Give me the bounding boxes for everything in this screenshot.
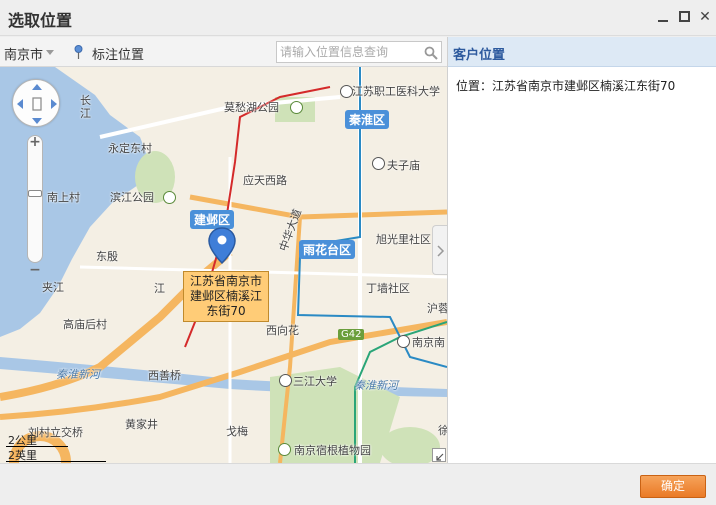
city-selector[interactable]: 南京市 xyxy=(4,44,43,63)
pan-arrows-icon[interactable] xyxy=(13,80,61,128)
pan-control[interactable] xyxy=(12,79,60,127)
panel-toggle-handle[interactable] xyxy=(432,225,447,275)
map-label: 高庙后村 xyxy=(63,318,107,331)
maximize-icon xyxy=(679,11,690,22)
map-label: 东殷 xyxy=(96,250,118,263)
zoom-handle[interactable] xyxy=(28,190,42,197)
minimize-button[interactable] xyxy=(656,10,670,24)
scale-mi-line xyxy=(6,461,106,462)
map-label: 旭光里社区 xyxy=(376,233,431,246)
chevron-right-icon xyxy=(437,245,445,257)
temple-poi-icon xyxy=(372,157,385,170)
park-poi-icon xyxy=(278,443,291,456)
map-label: 西向花 xyxy=(266,324,299,337)
map-label: 永定东村 xyxy=(108,142,152,155)
search-icon[interactable] xyxy=(424,46,438,60)
map-label: 应天西路 xyxy=(243,174,287,187)
maximize-button[interactable] xyxy=(678,10,692,24)
map-label: 丁墙社区 xyxy=(366,282,410,295)
zoom-out-button[interactable]: − xyxy=(27,263,43,279)
title-bar: 选取位置 ✕ xyxy=(0,0,716,36)
close-button[interactable]: ✕ xyxy=(698,10,712,24)
map-pin-icon[interactable] xyxy=(74,45,83,59)
map-label: 江 xyxy=(80,107,91,120)
map-label: 三江大学 xyxy=(293,375,337,388)
location-infobox: 江苏省南京市建邺区楠溪江东街70 xyxy=(183,271,269,322)
map-label: 夹江 xyxy=(42,281,64,294)
panel-title: 客户位置 xyxy=(453,48,506,63)
confirm-button[interactable]: 确定 xyxy=(640,475,706,498)
location-marker-icon[interactable] xyxy=(208,227,236,265)
map-toolbar: 南京市 标注位置 xyxy=(0,37,447,67)
district-label: 雨花台区 xyxy=(299,240,356,259)
school-poi-icon xyxy=(340,85,353,98)
map-label: 秦淮新河 xyxy=(354,379,398,392)
dialog-title: 选取位置 xyxy=(8,11,73,30)
map-label: 滨江公园 xyxy=(110,191,154,204)
park-poi-icon xyxy=(163,191,176,204)
close-icon: ✕ xyxy=(699,9,711,25)
overview-toggle-button[interactable] xyxy=(432,448,446,462)
mark-location-button[interactable]: 标注位置 xyxy=(92,44,144,63)
map-label: 南京宿根植物园 xyxy=(294,444,371,457)
chevron-down-icon[interactable] xyxy=(46,50,54,55)
customer-location-panel: 客户位置 位置：江苏省南京市建邺区楠溪江东街70 xyxy=(447,37,716,463)
map-canvas[interactable]: 莫愁湖公园 江苏职工医科大学 秦淮区 夫子庙 永定东村 滨江公园 应天西路 建邺… xyxy=(0,67,447,463)
school-poi-icon xyxy=(279,374,292,387)
station-poi-icon xyxy=(397,335,410,348)
map-label: 黄家井 xyxy=(125,418,158,431)
location-search-input[interactable] xyxy=(276,41,442,63)
map-label: 秦淮新河 xyxy=(56,368,100,381)
map-label: 南京南 xyxy=(412,336,445,349)
map-label: 西善桥 xyxy=(148,369,181,382)
address-text: 位置：江苏省南京市建邺区楠溪江东街70 xyxy=(456,79,676,93)
minimize-icon xyxy=(658,20,668,22)
expand-arrow-icon xyxy=(436,453,444,461)
map-label: 徐 xyxy=(438,424,447,437)
map-label: 南上村 xyxy=(47,191,80,204)
panel-header: 客户位置 xyxy=(448,37,716,67)
location-picker-dialog: 选取位置 ✕ 南京市 标注位置 请输入位置信息查询 莫愁湖公园 江苏职工医科大学… xyxy=(0,0,716,505)
park-poi-icon xyxy=(290,101,303,114)
zoom-slider[interactable] xyxy=(27,135,43,263)
map-label: 江苏职工医科大学 xyxy=(352,85,440,98)
map-label: 夫子庙 xyxy=(387,159,420,172)
map-label: 戈梅 xyxy=(226,425,248,438)
map-label: 莫愁湖公园 xyxy=(224,101,279,114)
scale-bar: 2公里 2英里 xyxy=(6,433,106,463)
map-label: 沪蓉 xyxy=(427,302,447,315)
district-label: 秦淮区 xyxy=(345,110,390,129)
zoom-in-button[interactable]: + xyxy=(27,135,43,151)
map-label: 江 xyxy=(154,282,165,295)
dialog-footer: 确定 xyxy=(0,463,716,505)
highway-shield: G42 xyxy=(338,329,365,340)
